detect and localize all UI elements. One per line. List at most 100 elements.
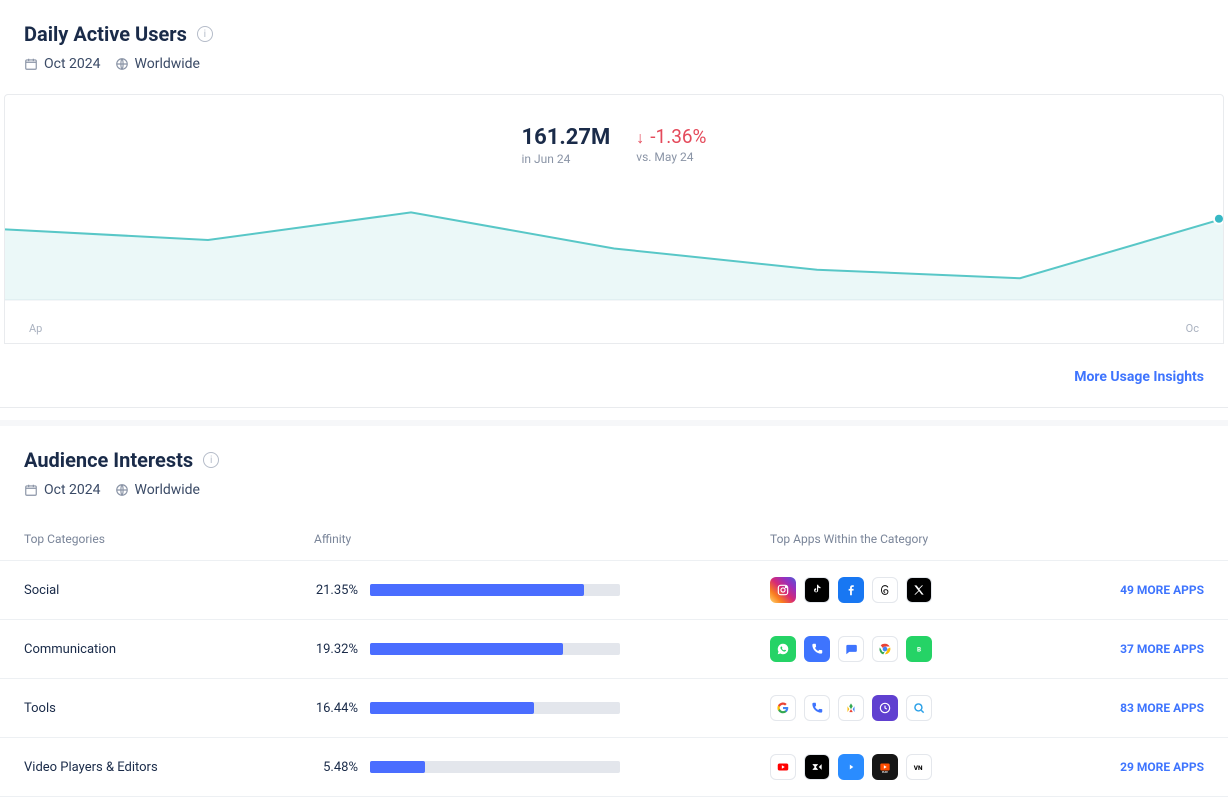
- truecaller-icon[interactable]: [804, 636, 830, 662]
- audience-title: Audience Interests: [24, 448, 193, 472]
- audience-table: Top Categories Affinity Top Apps Within …: [0, 506, 1228, 797]
- more-apps-link[interactable]: 37 MORE APPS: [1120, 642, 1204, 656]
- affinity-bar: [370, 702, 620, 714]
- dau-chart-card: 161.27M in Jun 24 ↓ -1.36% vs. May 24 Ap…: [4, 94, 1224, 344]
- dau-section: Daily Active Users i Oct 2024 Worldwide …: [0, 0, 1228, 408]
- whatsapp-icon[interactable]: [770, 636, 796, 662]
- top-apps-cell: [746, 679, 1058, 738]
- more-apps-link[interactable]: 49 MORE APPS: [1120, 583, 1204, 597]
- category-cell[interactable]: Communication: [0, 620, 290, 679]
- globe-icon: [115, 483, 129, 497]
- affinity-cell: 21.35%: [290, 561, 746, 620]
- phone-icon[interactable]: [804, 695, 830, 721]
- date-filter[interactable]: Oct 2024: [24, 482, 101, 498]
- instagram-icon[interactable]: [770, 577, 796, 603]
- play-services-icon[interactable]: [838, 695, 864, 721]
- calendar-icon: [24, 57, 38, 71]
- dau-title: Daily Active Users: [24, 22, 187, 46]
- dau-x-labels: Ap Oc: [5, 318, 1223, 343]
- region-label: Worldwide: [135, 482, 200, 498]
- x-label-start: Ap: [29, 322, 42, 335]
- affinity-bar: [370, 643, 620, 655]
- dau-value-sub: in Jun 24: [522, 152, 611, 166]
- category-cell[interactable]: Social: [0, 561, 290, 620]
- audience-title-row: Audience Interests i: [24, 448, 1204, 472]
- dau-change-block: ↓ -1.36% vs. May 24: [636, 125, 706, 166]
- affinity-pct: 5.48%: [314, 760, 358, 775]
- affinity-cell: 16.44%: [290, 679, 746, 738]
- top-apps-cell: B: [746, 620, 1058, 679]
- more-apps-cell: 29 MORE APPS: [1058, 738, 1228, 797]
- svg-text:VN: VN: [914, 764, 923, 772]
- dau-change: ↓ -1.36%: [636, 125, 706, 148]
- table-row: Tools 16.44% 83 MORE APPS: [0, 679, 1228, 738]
- x-icon[interactable]: [906, 577, 932, 603]
- dau-value-block: 161.27M in Jun 24: [522, 125, 611, 166]
- category-cell[interactable]: Video Players & Editors: [0, 738, 290, 797]
- info-icon[interactable]: i: [197, 26, 213, 42]
- dau-value: 161.27M: [522, 125, 611, 150]
- date-filter[interactable]: Oct 2024: [24, 56, 101, 72]
- google-icon[interactable]: [770, 695, 796, 721]
- audience-header: Audience Interests i Oct 2024 Worldwide: [0, 426, 1228, 506]
- col-top-apps: Top Apps Within the Category: [746, 506, 1058, 561]
- top-apps-cell: PLAY VN: [746, 738, 1058, 797]
- affinity-cell: 19.32%: [290, 620, 746, 679]
- more-apps-link[interactable]: 29 MORE APPS: [1120, 760, 1204, 774]
- dau-chart: [5, 168, 1223, 318]
- affinity-bar: [370, 761, 620, 773]
- audience-filters: Oct 2024 Worldwide: [24, 482, 1204, 498]
- tiktok-icon[interactable]: [804, 577, 830, 603]
- facebook-icon[interactable]: [838, 577, 864, 603]
- more-apps-cell: 37 MORE APPS: [1058, 620, 1228, 679]
- col-affinity: Affinity: [290, 506, 746, 561]
- region-filter[interactable]: Worldwide: [115, 482, 200, 498]
- more-apps-link[interactable]: 83 MORE APPS: [1120, 701, 1204, 715]
- dau-change-sub: vs. May 24: [636, 150, 706, 164]
- dau-filters: Oct 2024 Worldwide: [24, 56, 1204, 72]
- top-apps-cell: [746, 561, 1058, 620]
- dau-title-row: Daily Active Users i: [24, 22, 1204, 46]
- affinity-pct: 16.44%: [314, 701, 358, 716]
- threads-icon[interactable]: [872, 577, 898, 603]
- table-row: Communication 19.32% B 37 MORE APPS: [0, 620, 1228, 679]
- dau-change-pct: -1.36%: [650, 125, 706, 148]
- x-label-end: Oc: [1186, 322, 1199, 335]
- affinity-pct: 19.32%: [314, 642, 358, 657]
- date-range-label: Oct 2024: [44, 482, 101, 498]
- affinity-pct: 21.35%: [314, 583, 358, 598]
- mx-player-icon[interactable]: [838, 754, 864, 780]
- svg-text:B: B: [917, 645, 921, 653]
- region-label: Worldwide: [135, 56, 200, 72]
- messages-icon[interactable]: [838, 636, 864, 662]
- more-apps-cell: 83 MORE APPS: [1058, 679, 1228, 738]
- dau-chart-header: 161.27M in Jun 24 ↓ -1.36% vs. May 24: [5, 95, 1223, 172]
- col-categories: Top Categories: [0, 506, 290, 561]
- category-cell[interactable]: Tools: [0, 679, 290, 738]
- arrow-down-icon: ↓: [636, 128, 644, 148]
- calendar-icon: [24, 483, 38, 497]
- whatsapp-business-icon[interactable]: B: [906, 636, 932, 662]
- globe-icon: [115, 57, 129, 71]
- affinity-cell: 5.48%: [290, 738, 746, 797]
- dau-footer: More Usage Insights: [0, 344, 1228, 407]
- table-row: Social 21.35% 49 MORE APPS: [0, 561, 1228, 620]
- info-icon[interactable]: i: [203, 452, 219, 468]
- dau-header: Daily Active Users i Oct 2024 Worldwide: [0, 0, 1228, 80]
- svg-text:PLAY: PLAY: [882, 771, 888, 774]
- affinity-bar: [370, 584, 620, 596]
- more-usage-link[interactable]: More Usage Insights: [1074, 369, 1204, 385]
- region-filter[interactable]: Worldwide: [115, 56, 200, 72]
- col-more: [1058, 506, 1228, 561]
- clock-icon[interactable]: [872, 695, 898, 721]
- date-range-label: Oct 2024: [44, 56, 101, 72]
- search-lite-icon[interactable]: [906, 695, 932, 721]
- audience-section: Audience Interests i Oct 2024 Worldwide …: [0, 426, 1228, 797]
- playit-icon[interactable]: PLAY: [872, 754, 898, 780]
- chrome-icon[interactable]: [872, 636, 898, 662]
- table-row: Video Players & Editors 5.48% PLAY VN 29 MOR…: [0, 738, 1228, 797]
- capcut-icon[interactable]: [804, 754, 830, 780]
- more-apps-cell: 49 MORE APPS: [1058, 561, 1228, 620]
- youtube-icon[interactable]: [770, 754, 796, 780]
- vn-icon[interactable]: VN: [906, 754, 932, 780]
